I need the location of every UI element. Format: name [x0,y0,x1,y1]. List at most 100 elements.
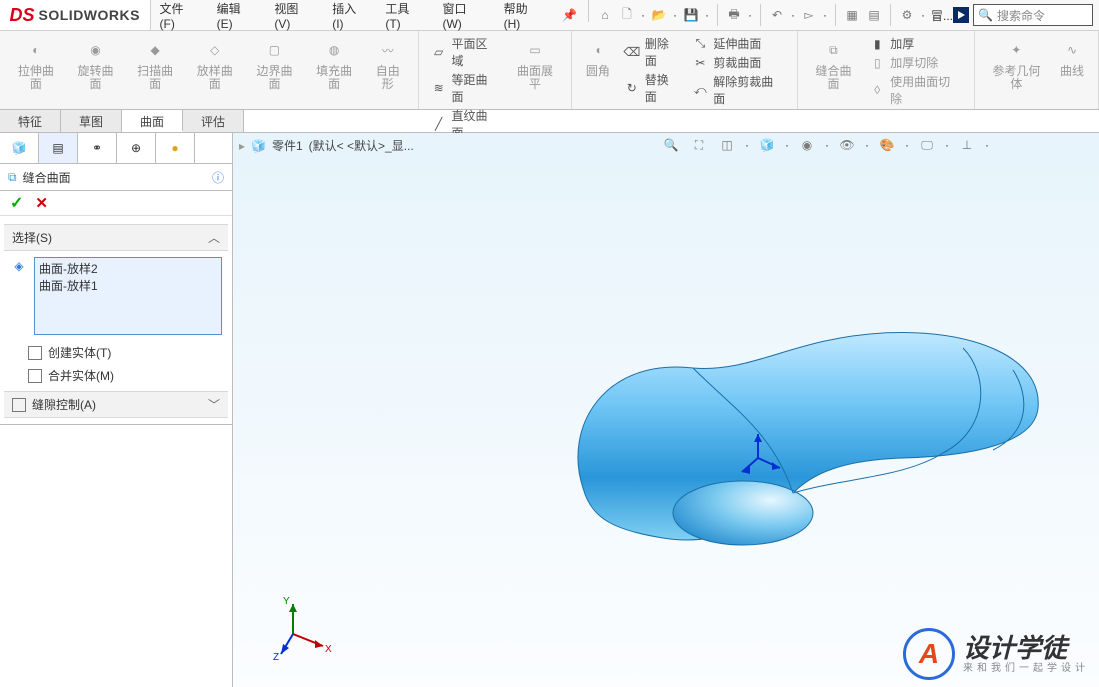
search-input[interactable]: 🔍 搜索命令 [973,4,1093,26]
save-icon[interactable]: 💾 [683,7,699,23]
checkbox-merge[interactable]: 合并实体(M) [4,364,228,387]
ribbon-planar-surface[interactable]: ▱平面区域 [429,34,502,70]
quick-access-toolbar: ⌂ 🗋· 📂· 💾· 🖶· ↶· ▻· ▦ ▤ ⚙· 冒... [591,0,953,30]
ribbon-revolved-surface[interactable]: ◉旋转曲面 [66,34,126,107]
search-placeholder: 搜索命令 [997,7,1045,24]
list-item[interactable]: 曲面-放样1 [39,277,217,294]
breadcrumb-arrow-icon[interactable]: ▸ [239,139,245,153]
menubar: DS SOLIDWORKS 文件(F) 编辑(E) 视图(V) 插入(I) 工具… [0,0,1099,31]
scene-icon[interactable]: 🖵 [917,135,937,155]
ribbon-thicken[interactable]: ▮加厚 [867,34,963,53]
display-style-icon[interactable]: ◉ [797,135,817,155]
panel-tab-appearance-icon[interactable]: ● [156,133,195,163]
view-orientation-icon[interactable]: 🧊 [757,135,777,155]
section-view-icon[interactable]: ◫ [717,135,737,155]
ribbon-replace-face[interactable]: ↻替换面 [622,70,683,106]
ribbon-thicken-cut[interactable]: ▯加厚切除 [867,53,963,72]
section-gap-label: 缝隙控制(A) [32,396,208,413]
section-select[interactable]: 选择(S) ︿ [4,224,228,251]
ribbon-cut-with-surface[interactable]: ◊使用曲面切除 [867,72,963,108]
tab-sketch[interactable]: 草图 [61,110,122,132]
checkbox-create-solid[interactable]: 创建实体(T) [4,341,228,364]
ribbon-offset-surface[interactable]: ≋等距曲面 [429,70,502,106]
ribbon-freeform[interactable]: 〰自由形 [364,34,412,107]
list-item[interactable]: 曲面-放样2 [39,260,217,277]
breadcrumb: ▸ 🧊 零件1 (默认< <默认>_显... [239,137,414,154]
section-gap-control[interactable]: 缝隙控制(A) ﹀ [4,391,228,418]
menu-edit[interactable]: 编辑(E) [208,0,266,30]
search-wrap: 🔍 搜索命令 [953,0,1099,30]
search-icon: 🔍 [978,8,993,22]
logo-text: SOLIDWORKS [39,7,140,23]
breadcrumb-part[interactable]: 零件1 [272,137,303,154]
ribbon-lofted-surface[interactable]: ◇放样曲面 [185,34,245,107]
pm-title: 缝合曲面 [23,169,71,186]
svg-text:Z: Z [273,652,279,660]
property-manager: 🧊 ▤ ⚭ ⊕ ● ⧉ 缝合曲面 ⓘ ✓ ✕ 选择(S) ︿ ◈ [0,133,233,687]
pm-header: ⧉ 缝合曲面 ⓘ [0,164,232,191]
ok-button[interactable]: ✓ [10,193,23,213]
panel-tab-property-icon[interactable]: ▤ [39,133,78,163]
menu-view[interactable]: 视图(V) [265,0,323,30]
open-icon[interactable]: 📂 [651,7,667,23]
tab-evaluate[interactable]: 评估 [183,110,244,132]
select-icon[interactable]: ▻ [801,7,817,23]
view-settings-icon[interactable]: ⊥ [957,135,977,155]
search-play-icon[interactable] [953,7,969,23]
menu-help[interactable]: 帮助(H) [495,0,553,30]
hide-show-icon[interactable]: 👁 [837,135,857,155]
push-pin-icon[interactable]: ◈ [10,257,28,275]
ribbon-trim-surface[interactable]: ✂剪裁曲面 [690,53,786,72]
ribbon-knit-surface[interactable]: ⧉缝合曲面 [804,34,864,107]
ribbon-reference-geometry[interactable]: ✦参考几何体 [981,34,1052,107]
menu-insert[interactable]: 插入(I) [323,0,376,30]
ribbon-swept-surface[interactable]: ◆扫描曲面 [125,34,185,107]
ribbon-delete-face[interactable]: ⌫删除面 [622,34,683,70]
menu-window[interactable]: 窗口(W) [433,0,494,30]
tab-surfaces[interactable]: 曲面 [122,110,183,132]
svg-text:Y: Y [283,596,290,607]
qat-more[interactable]: 冒... [931,7,953,24]
selection-list[interactable]: 曲面-放样2 曲面-放样1 [34,257,222,335]
rebuild-icon[interactable]: ▦ [844,7,860,23]
undo-icon[interactable]: ↶ [769,7,785,23]
separator [588,0,589,22]
print-icon[interactable]: 🖶 [726,7,742,23]
ribbon: ◐拉伸曲面 ◉旋转曲面 ◆扫描曲面 ◇放样曲面 ▢边界曲面 ◍填充曲面 〰自由形… [0,31,1099,110]
cancel-button[interactable]: ✕ [35,194,48,212]
chevron-down-icon: ﹀ [208,396,220,413]
help-icon[interactable]: ⓘ [212,169,224,186]
panel-tab-dimxpert-icon[interactable]: ⊕ [117,133,156,163]
ribbon-flatten[interactable]: ▭曲面展平 [505,34,565,107]
main-area: 🧊 ▤ ⚭ ⊕ ● ⧉ 缝合曲面 ⓘ ✓ ✕ 选择(S) ︿ ◈ [0,133,1099,687]
zoom-area-icon[interactable]: ⛶ [689,135,709,155]
panel-tab-config-icon[interactable]: ⚭ [78,133,117,163]
ribbon-curves[interactable]: ∿曲线 [1052,34,1092,107]
pm-actions: ✓ ✕ [0,191,232,216]
appearance-icon[interactable]: 🎨 [877,135,897,155]
ribbon-boundary-surface[interactable]: ▢边界曲面 [245,34,305,107]
checkbox-icon [12,398,26,412]
properties-icon[interactable]: ▤ [866,7,882,23]
separator [717,4,718,26]
ribbon-extend-surface[interactable]: ⤡延伸曲面 [690,34,786,53]
menu-file[interactable]: 文件(F) [151,0,208,30]
ribbon-filled-surface[interactable]: ◍填充曲面 [304,34,364,107]
ribbon-extruded-surface[interactable]: ◐拉伸曲面 [6,34,66,107]
checkbox-label: 合并实体(M) [48,367,114,384]
settings-icon[interactable]: ⚙ [899,7,915,23]
view-triad[interactable]: Y X Z [269,590,339,660]
ribbon-fillet[interactable]: ◖圆角 [578,34,618,107]
new-icon[interactable]: 🗋 [619,7,635,23]
pm-body: 选择(S) ︿ ◈ 曲面-放样2 曲面-放样1 创建实体(T) 合并实体(M) [0,216,232,425]
home-icon[interactable]: ⌂ [597,7,613,23]
ribbon-untrim-surface[interactable]: ⤺解除剪裁曲面 [690,72,786,108]
checkbox-icon [28,369,42,383]
pin-icon[interactable]: 📌 [553,0,586,30]
section-select-label: 选择(S) [12,229,52,246]
menu-tools[interactable]: 工具(T) [376,0,433,30]
zoom-fit-icon[interactable]: 🔍 [661,135,681,155]
graphics-viewport[interactable]: ▸ 🧊 零件1 (默认< <默认>_显... 🔍 ⛶ ◫· 🧊· ◉· 👁· 🎨… [233,133,1099,687]
tab-features[interactable]: 特征 [0,110,61,132]
panel-tab-feature-tree-icon[interactable]: 🧊 [0,133,39,163]
